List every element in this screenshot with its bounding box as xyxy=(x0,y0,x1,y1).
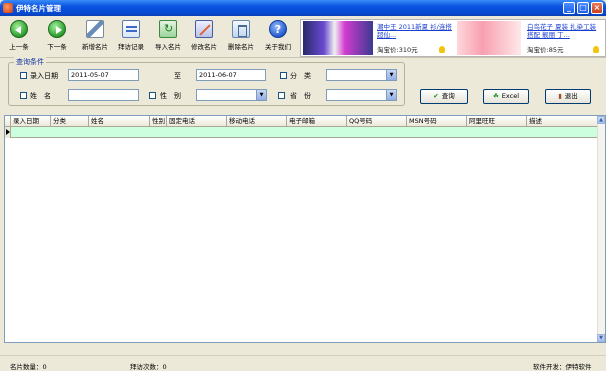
col-category[interactable]: 分类 xyxy=(51,116,89,127)
gender-checkbox[interactable] xyxy=(149,92,156,99)
exit-button[interactable]: ▮ 退出 xyxy=(545,89,591,104)
col-description[interactable]: 描述 xyxy=(527,116,599,127)
edit-icon xyxy=(195,20,213,38)
chevron-down-icon[interactable]: ▼ xyxy=(256,90,266,100)
arrow-left-icon xyxy=(10,20,28,38)
app-icon xyxy=(3,3,13,13)
import-card-label: 导入名片 xyxy=(155,43,181,51)
to-label: 至 xyxy=(174,72,181,80)
name-label: 姓 名 xyxy=(30,92,51,100)
delete-card-button[interactable]: 删除名片 xyxy=(224,20,258,56)
col-phone[interactable]: 固定电话 xyxy=(167,116,227,127)
bulb-icon xyxy=(439,46,445,53)
col-gender[interactable]: 性别 xyxy=(150,116,167,127)
add-card-button[interactable]: 新增名片 xyxy=(78,20,112,56)
col-qq[interactable]: QQ号码 xyxy=(347,116,407,127)
grid-header: 录入日期 分类 姓名 性别 固定电话 移动电话 电子邮箱 QQ号码 MSN号码 … xyxy=(5,116,599,127)
excel-button-label: Excel xyxy=(501,92,520,100)
prev-record-button[interactable]: 上一条 xyxy=(4,20,34,56)
next-record-button[interactable]: 下一条 xyxy=(42,20,72,56)
scroll-up-icon[interactable]: ▲ xyxy=(597,116,605,124)
card-grid[interactable]: 录入日期 分类 姓名 性别 固定电话 移动电话 电子邮箱 QQ号码 MSN号码 … xyxy=(4,115,606,343)
ad-item-1-link[interactable]: 潮中王 2011新夏 衫/连搭 超仙... xyxy=(377,23,453,39)
vertical-scrollbar[interactable]: ▲ ▼ xyxy=(597,116,605,342)
category-label: 分 类 xyxy=(290,72,311,80)
ad-item-2-price: 淘宝价:85元 xyxy=(527,46,564,54)
search-button[interactable]: ✔ 查询 xyxy=(420,89,468,104)
visit-record-button[interactable]: 拜访记录 xyxy=(114,20,148,56)
col-aliwangwang[interactable]: 阿里旺旺 xyxy=(467,116,527,127)
import-card-button[interactable]: 导入名片 xyxy=(151,20,185,56)
category-select[interactable]: ▼ xyxy=(326,69,397,81)
prev-record-label: 上一条 xyxy=(9,43,29,51)
exit-button-label: 退出 xyxy=(564,92,578,100)
col-entry-date[interactable]: 录入日期 xyxy=(11,116,51,127)
search-button-label: 查询 xyxy=(441,92,455,100)
gender-select[interactable]: ▼ xyxy=(196,89,267,101)
ad-item-2-link[interactable]: 白鸟花子 夏装 扎染工装 搭配 靓丽 丁... xyxy=(527,23,603,39)
ad-banner[interactable]: 潮中王 2011新夏 衫/连搭 超仙... 淘宝价:310元 白鸟花子 夏装 扎… xyxy=(300,19,606,57)
about-us-button[interactable]: ? 关于我们 xyxy=(261,20,295,56)
close-button[interactable]: × xyxy=(591,2,603,14)
col-name[interactable]: 姓名 xyxy=(89,116,150,127)
province-checkbox[interactable] xyxy=(278,92,285,99)
entry-date-checkbox[interactable] xyxy=(20,72,27,79)
minimize-button[interactable]: _ xyxy=(563,2,575,14)
province-label: 省 份 xyxy=(290,92,311,100)
name-checkbox[interactable] xyxy=(20,92,27,99)
date-to-field[interactable]: 2011-06-07 xyxy=(196,69,266,81)
delete-icon xyxy=(232,20,250,38)
row-pointer-icon xyxy=(5,127,11,138)
category-checkbox[interactable] xyxy=(280,72,287,79)
date-from-field[interactable]: 2011-05-07 xyxy=(68,69,139,81)
developer-credit: 软件开发：伊特软件 xyxy=(533,363,592,371)
chevron-down-icon[interactable]: ▼ xyxy=(386,70,396,80)
card-count: 名片数量：0 xyxy=(10,363,47,371)
chevron-down-icon[interactable]: ▼ xyxy=(386,90,396,100)
visit-record-icon xyxy=(122,20,140,38)
gender-label: 性 别 xyxy=(160,92,181,100)
window-title: 伊特名片管理 xyxy=(16,4,61,13)
col-email[interactable]: 电子邮箱 xyxy=(287,116,347,127)
title-bar: 伊特名片管理 _ □ × xyxy=(0,0,606,16)
scroll-down-icon[interactable]: ▼ xyxy=(597,334,605,342)
ad-product-image-1[interactable] xyxy=(303,21,373,55)
help-icon: ? xyxy=(269,20,287,38)
table-row[interactable] xyxy=(5,127,599,138)
check-icon: ✔ xyxy=(433,92,439,100)
next-record-label: 下一条 xyxy=(47,43,67,51)
ad-product-image-2[interactable] xyxy=(457,21,521,55)
add-card-icon xyxy=(86,20,104,38)
col-msn[interactable]: MSN号码 xyxy=(407,116,467,127)
ad-item-1-price: 淘宝价:310元 xyxy=(377,46,418,54)
edit-card-button[interactable]: 修改名片 xyxy=(187,20,221,56)
visit-record-label: 拜访记录 xyxy=(118,43,144,51)
door-icon: ▮ xyxy=(558,92,562,100)
import-icon xyxy=(159,20,177,38)
excel-icon: ☘ xyxy=(492,92,499,100)
arrow-right-icon xyxy=(48,20,66,38)
add-card-label: 新增名片 xyxy=(82,43,108,51)
query-group-title: 查询条件 xyxy=(14,57,46,67)
edit-card-label: 修改名片 xyxy=(191,43,217,51)
bulb-icon xyxy=(593,46,599,53)
entry-date-label: 录入日期 xyxy=(30,72,58,80)
col-mobile[interactable]: 移动电话 xyxy=(227,116,287,127)
name-field[interactable] xyxy=(68,89,139,101)
province-select[interactable]: ▼ xyxy=(326,89,397,101)
visit-count: 拜访次数：0 xyxy=(130,363,167,371)
delete-card-label: 删除名片 xyxy=(228,43,254,51)
excel-button[interactable]: ☘ Excel xyxy=(483,89,529,104)
about-us-label: 关于我们 xyxy=(265,43,291,51)
status-bar: 名片数量：0 拜访次数：0 软件开发：伊特软件 xyxy=(0,355,606,371)
maximize-button[interactable]: □ xyxy=(577,2,589,14)
